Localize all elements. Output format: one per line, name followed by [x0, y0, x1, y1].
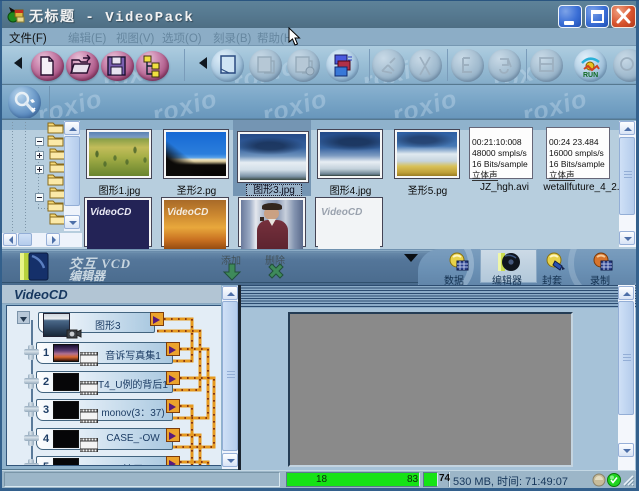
- svg-text:RUN: RUN: [583, 72, 598, 79]
